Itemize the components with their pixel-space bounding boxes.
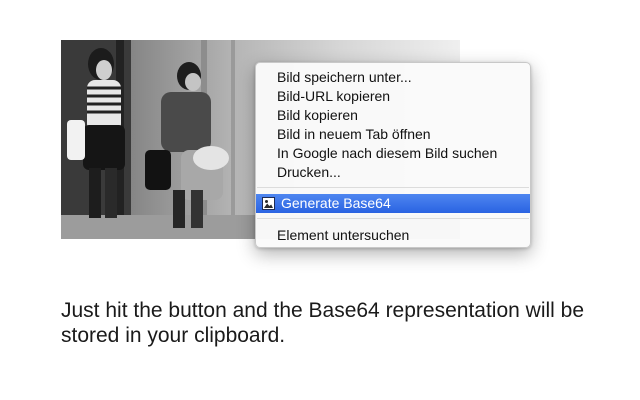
menu-item-search-google-for-image[interactable]: In Google nach diesem Bild suchen (256, 144, 530, 163)
menu-separator (257, 218, 529, 219)
caption-text: Just hit the button and the Base64 repre… (61, 299, 585, 347)
generate-base64-label: Generate Base64 (281, 195, 391, 211)
menu-item-generate-base64[interactable]: Generate Base64 (256, 194, 530, 213)
image-icon (262, 197, 275, 210)
menu-item-copy-image[interactable]: Bild kopieren (256, 106, 530, 125)
menu-item-open-image-in-new-tab[interactable]: Bild in neuem Tab öffnen (256, 125, 530, 144)
menu-item-print[interactable]: Drucken... (256, 163, 530, 182)
context-menu: Bild speichern unter... Bild-URL kopiere… (255, 62, 531, 248)
menu-separator (257, 187, 529, 188)
menu-item-copy-image-url[interactable]: Bild-URL kopieren (256, 87, 530, 106)
menu-item-save-image-as[interactable]: Bild speichern unter... (256, 68, 530, 87)
menu-item-inspect-element[interactable]: Element untersuchen (256, 226, 530, 245)
